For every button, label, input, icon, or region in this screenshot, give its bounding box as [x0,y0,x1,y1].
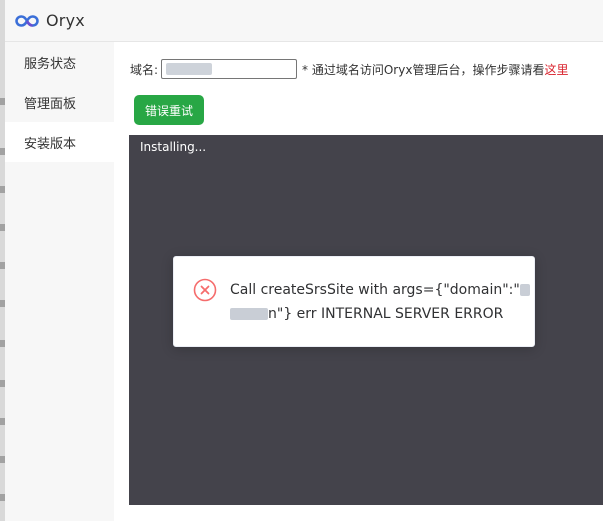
error-toast: Call createSrsSite with args={"domain":"… [173,256,535,347]
error-message-line-2: n"} err INTERNAL SERVER ERROR [230,302,520,326]
terminal-log-text: Installing... [140,140,207,154]
error-message: Call createSrsSite with args={"domain":"… [230,278,530,326]
domain-label: 域名: [130,62,159,77]
redacted-domain-blur [230,308,268,320]
infinity-logo-icon[interactable] [15,13,39,29]
redacted-domain-blur [519,284,530,296]
sidebar-item-admin-panel[interactable]: 管理面板 [5,82,114,122]
sidebar-item-service-status[interactable]: 服务状态 [5,42,114,82]
domain-row: 域名: * 通过域名访问Oryx管理后台，操作步骤请看 这里 [130,59,568,79]
domain-hint-link[interactable]: 这里 [544,61,568,78]
domain-hint-text: * 通过域名访问Oryx管理后台，操作步骤请看 [302,62,545,77]
retry-button[interactable]: 错误重试 [134,95,204,125]
error-message-line-1: Call createSrsSite with args={"domain":" [230,278,530,302]
error-circle-x-icon [193,278,217,302]
error-message-text-1: Call createSrsSite with args={"domain":" [230,282,520,298]
sidebar: 服务状态 管理面板 安装版本 [5,42,114,521]
brand-name[interactable]: Oryx [46,11,85,30]
sidebar-item-install-version[interactable]: 安装版本 [5,122,114,162]
app-header: Oryx [5,0,603,42]
domain-input[interactable] [161,59,298,79]
redacted-domain-blur [166,63,213,75]
error-message-text-2: n"} err INTERNAL SERVER ERROR [268,306,504,322]
